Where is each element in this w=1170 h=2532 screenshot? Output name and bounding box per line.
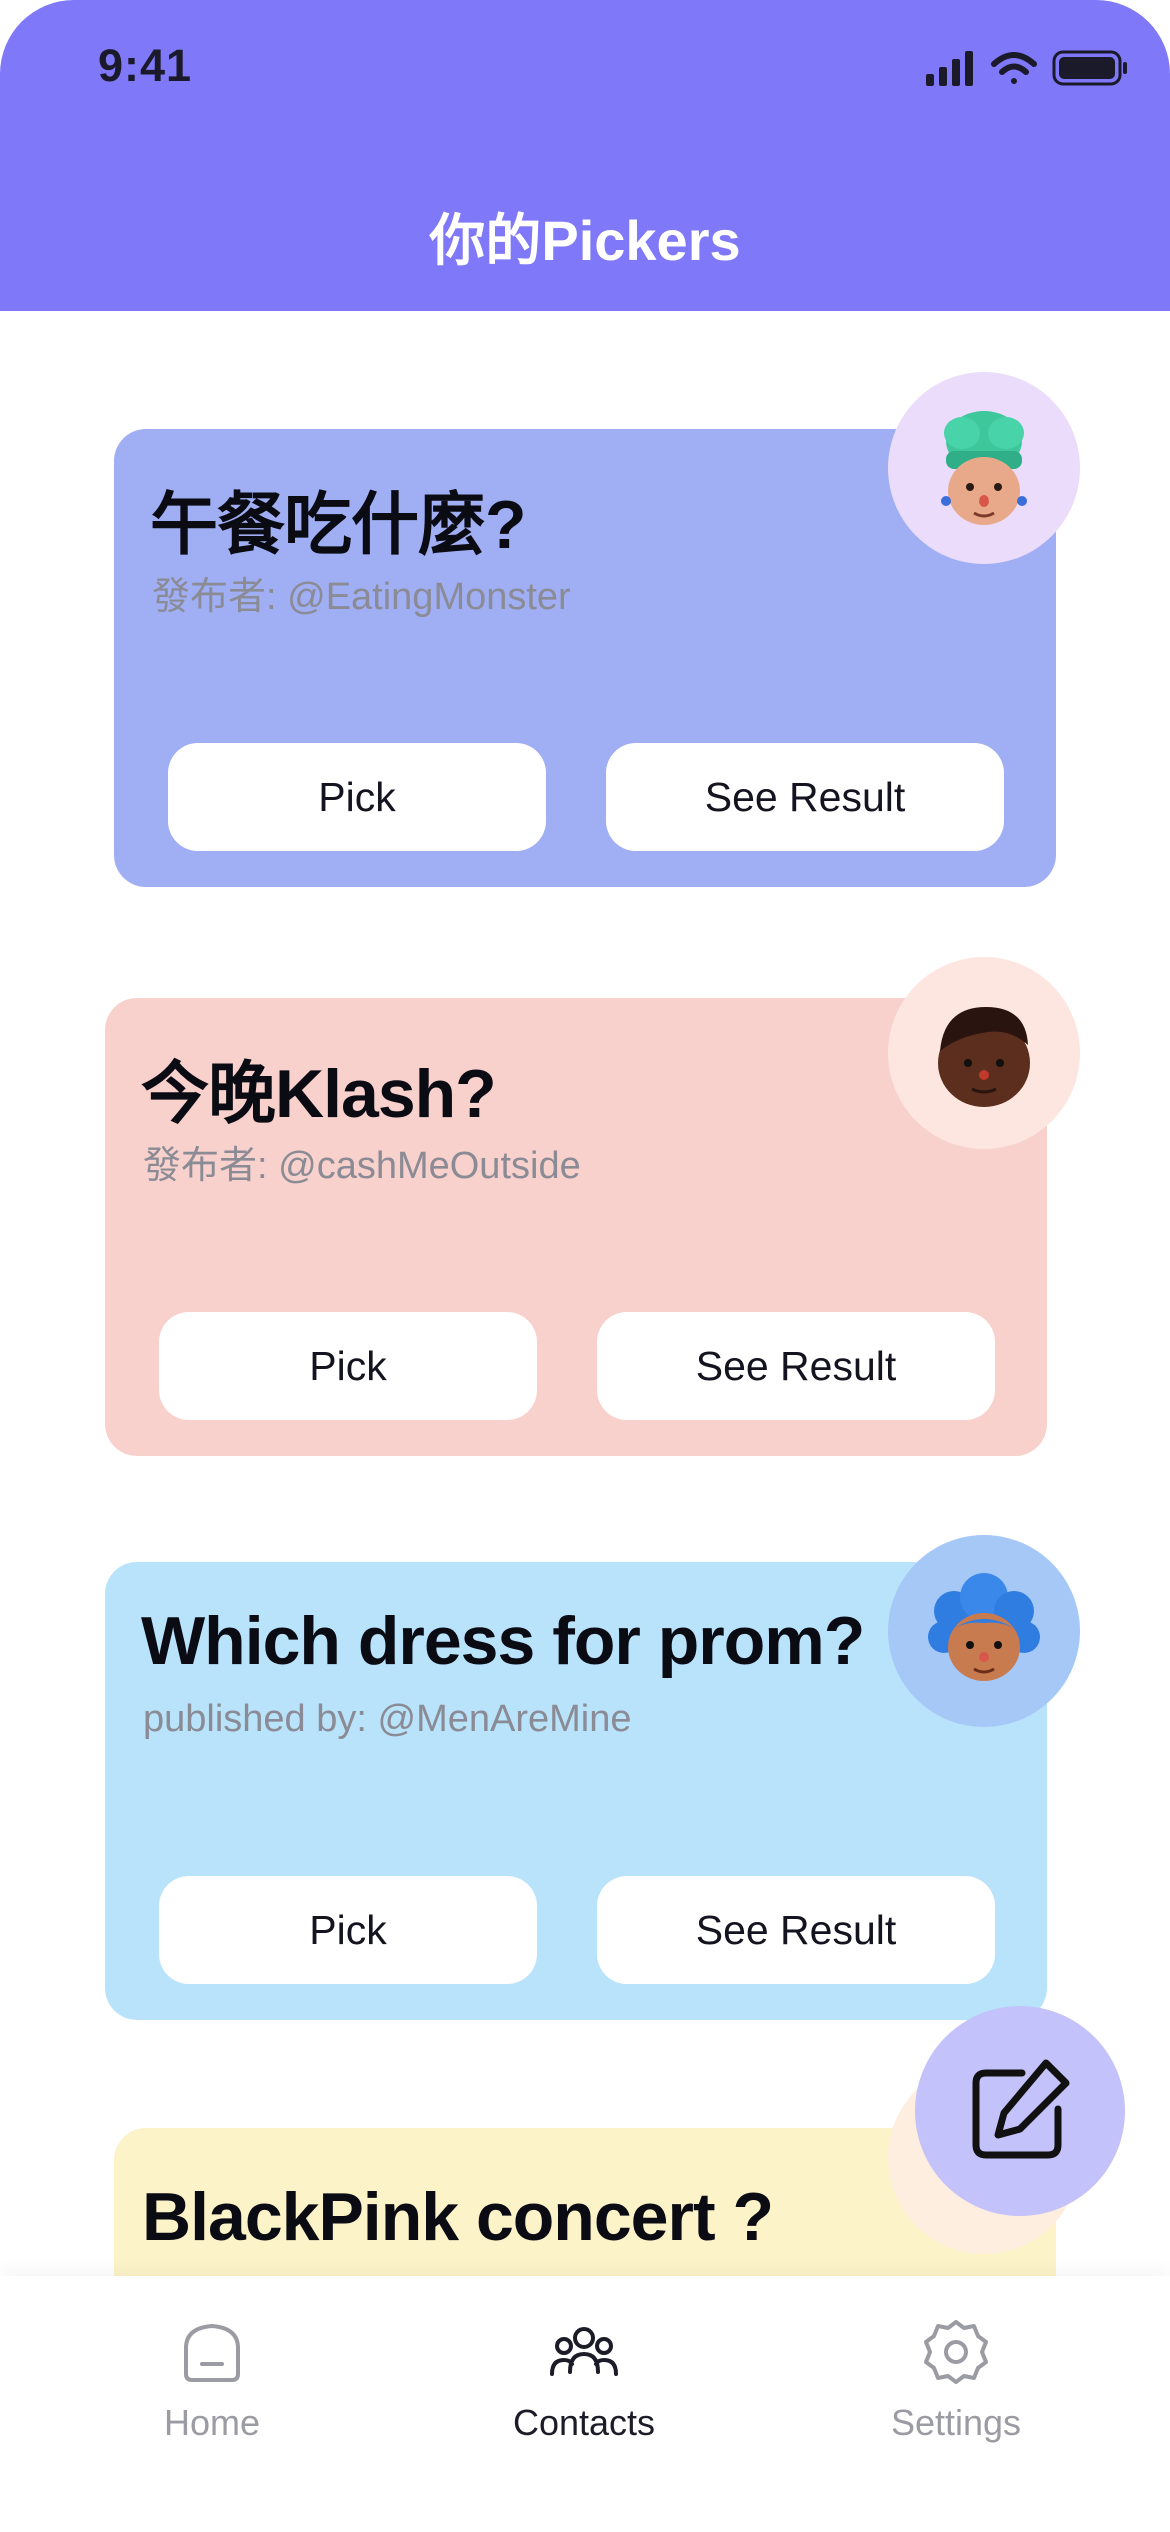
tab-home[interactable]: Home [82,2316,342,2476]
pick-button[interactable]: Pick [159,1876,537,1984]
settings-icon [924,2320,988,2384]
page-title: 你的Pickers [429,209,741,272]
status-time: 9:41 [98,40,193,91]
chef-avatar-icon [888,372,1080,564]
tab-label: Home [163,2402,261,2443]
tab-contacts[interactable]: Contacts [454,2316,714,2476]
header: 9:41 你的Pickers [0,0,1170,311]
battery-icon [1052,50,1127,86]
tab-settings[interactable]: Settings [826,2316,1086,2476]
create-picker-button[interactable] [915,2006,1125,2216]
see-result-button[interactable]: See Result [606,743,1004,851]
app-screen: 9:41 你的Pickers 午餐吃什麼? 發布者: @EatingMonste… [0,0,1170,2532]
edit-icon [972,2059,1070,2159]
pick-button[interactable]: Pick [159,1312,537,1420]
tab-bar: Home Contacts Settings [0,2276,1170,2532]
wifi-icon [991,52,1037,84]
card-title: 午餐吃什麼? [150,487,527,563]
home-icon [184,2323,240,2382]
card-publisher: published by: @MenAreMine [143,1698,632,1740]
curly-hair-avatar-icon [888,1535,1080,1727]
man-avatar-icon [888,957,1080,1149]
contacts-icon [550,2327,618,2376]
status-icons [926,50,1127,86]
card-publisher: 發布者: @EatingMonster [152,576,571,618]
pick-button[interactable]: Pick [168,743,546,851]
card-publisher: 發布者: @cashMeOutside [143,1145,581,1187]
see-result-button[interactable]: See Result [597,1876,995,1984]
tab-label: Contacts [512,2402,656,2443]
cellular-signal-icon [926,51,973,86]
card-title: Which dress for prom? [141,1603,865,1679]
tab-label: Settings [890,2402,1022,2443]
card-title: BlackPink concert ? [142,2179,774,2255]
see-result-button[interactable]: See Result [597,1312,995,1420]
card-title: 今晚Klash? [141,1056,497,1132]
